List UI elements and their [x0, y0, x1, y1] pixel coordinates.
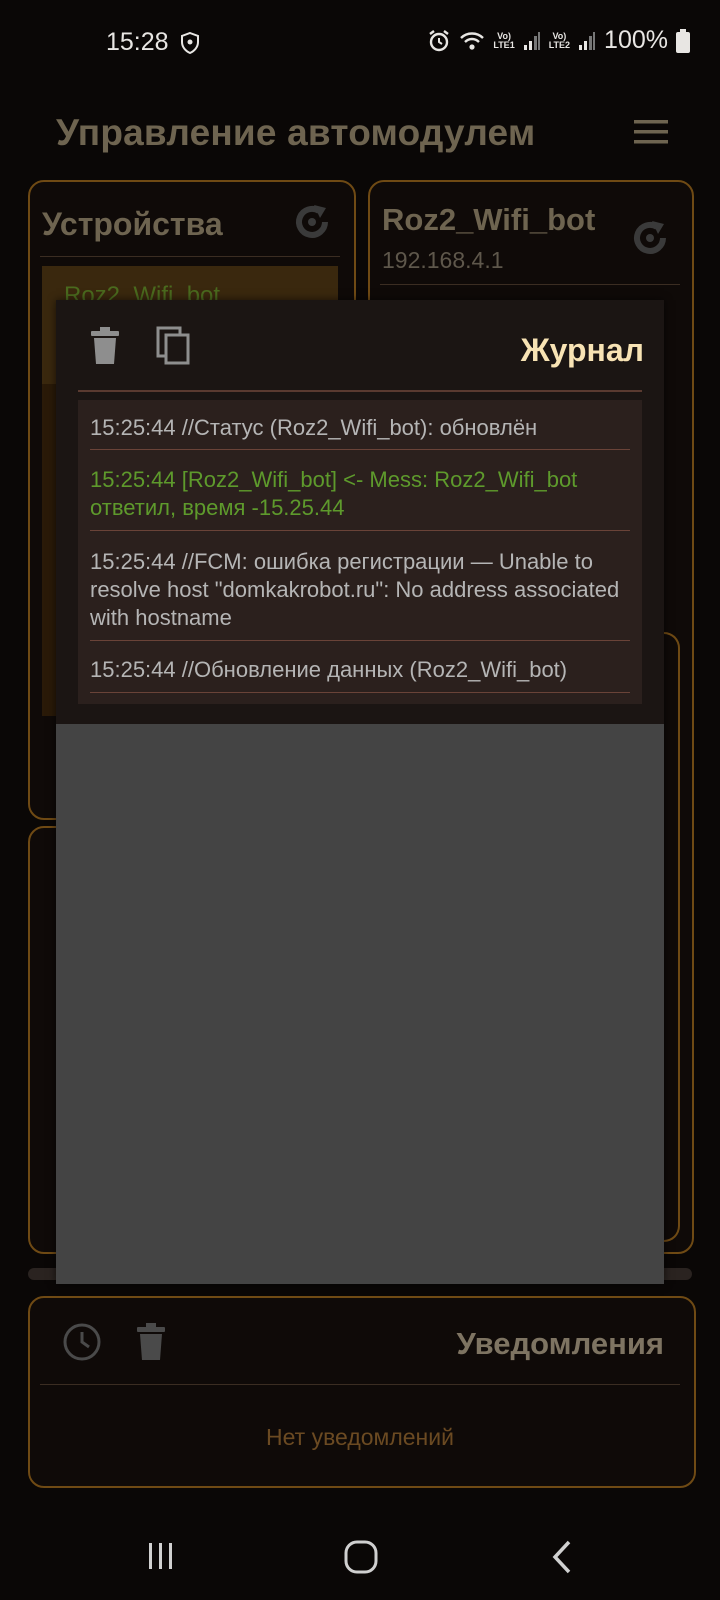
log-separator: [90, 449, 630, 450]
devices-title: Устройства: [42, 206, 223, 242]
clock-icon[interactable]: [62, 1322, 102, 1362]
shield-icon: [181, 32, 199, 54]
log-entry: 15:25:44 //FCM: ошибка регистрации — Una…: [90, 549, 620, 630]
log-entry: 15:25:44 //Обновление данных (Roz2_Wifi_…: [90, 657, 568, 682]
notifications-empty-text: Нет уведомлений: [266, 1424, 454, 1450]
log-separator: [90, 640, 630, 641]
app-title: Управление автомодулем: [56, 112, 536, 153]
alarm-icon: [429, 29, 450, 51]
refresh-icon[interactable]: [292, 202, 332, 242]
battery-percent: 100%: [604, 26, 668, 54]
log-entry: 15:25:44 //Статус (Roz2_Wifi_bot): обнов…: [90, 415, 538, 440]
log-separator: [90, 692, 630, 693]
wifi-icon: [460, 31, 485, 50]
lte2-label: Vo) LTE2: [548, 30, 571, 50]
log-separator: [90, 530, 630, 531]
signal-bars-icon: [579, 31, 596, 50]
divider: [78, 390, 642, 392]
divider: [40, 256, 340, 257]
lte1-label: Vo) LTE1: [493, 30, 515, 50]
status-time: 15:28: [106, 28, 169, 56]
recents-icon[interactable]: [148, 1542, 174, 1570]
log-list: 15:25:44 //Статус (Roz2_Wifi_bot): обнов…: [78, 400, 642, 704]
log-entry: 15:25:44 [Roz2_Wifi_bot] <- Mess: Roz2_W…: [90, 467, 578, 520]
trash-icon[interactable]: [136, 1322, 166, 1362]
notifications-title: Уведомления: [456, 1326, 664, 1361]
status-icons: Vo) LTE1 Vo) LTE2 100%: [427, 26, 690, 55]
divider: [380, 284, 680, 285]
device-name: Roz2_Wifi_bot: [382, 202, 596, 237]
refresh-icon[interactable]: [630, 218, 670, 258]
back-icon[interactable]: [552, 1540, 572, 1574]
signal-bars-icon: [523, 31, 540, 50]
battery-icon: [676, 28, 690, 53]
notifications-card: [28, 1296, 696, 1488]
home-icon[interactable]: [344, 1540, 378, 1574]
divider: [40, 1384, 680, 1385]
trash-icon[interactable]: [90, 326, 120, 366]
copy-icon[interactable]: [156, 326, 192, 366]
hamburger-icon[interactable]: [634, 118, 668, 146]
device-ip: 192.168.4.1: [382, 247, 504, 273]
journal-title: Журнал: [520, 332, 644, 368]
